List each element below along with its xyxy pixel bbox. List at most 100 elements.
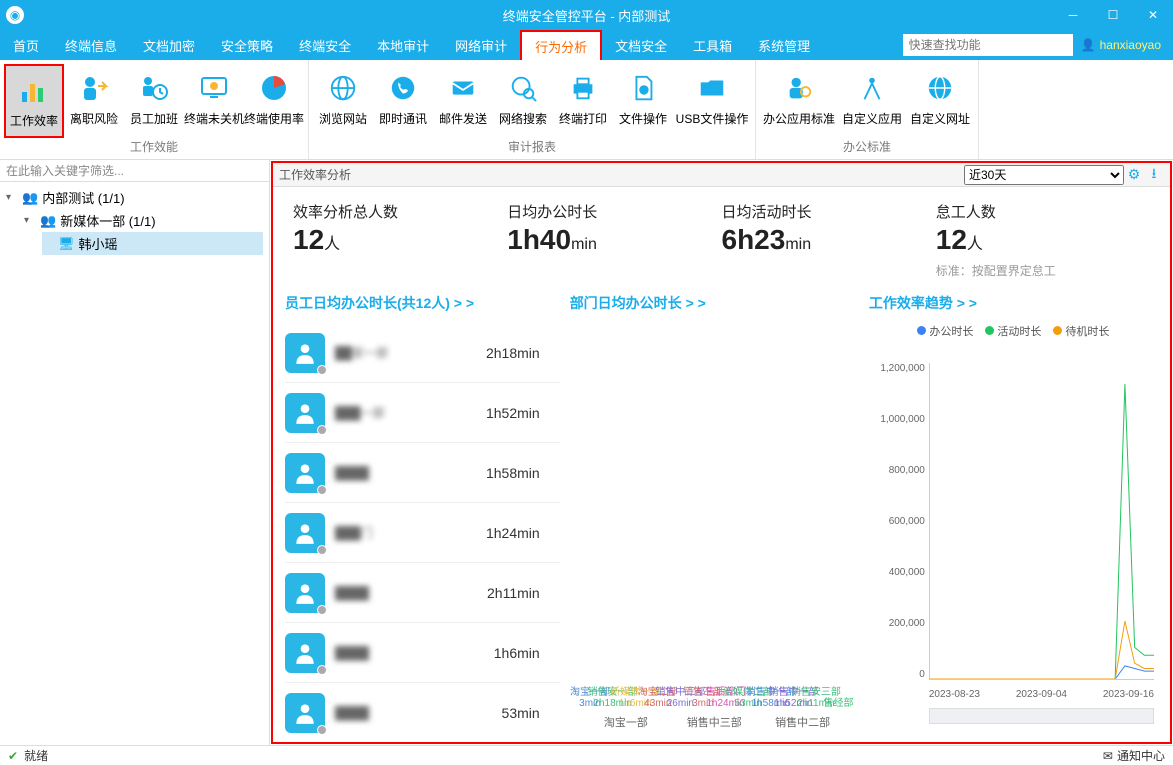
employee-time: 1h52min — [486, 405, 540, 421]
person-search-icon — [781, 70, 817, 106]
maximize-button[interactable]: ☐ — [1093, 0, 1133, 30]
trend-legend: 办公时长 活动时长 待机时长 — [869, 323, 1158, 339]
employee-time: 2h18min — [486, 345, 540, 361]
stat-value: 12 — [293, 224, 324, 255]
search-input[interactable] — [903, 34, 1073, 56]
panel-title-trend[interactable]: 工作效率趋势 > > — [869, 293, 1158, 313]
x-tick: 淘宝一部 — [582, 714, 670, 730]
ribbon-mail[interactable]: 邮件发送 — [433, 64, 493, 138]
employee-row[interactable]: ████ 2h11min — [285, 563, 560, 623]
employee-name: ███门 — [335, 524, 486, 541]
ribbon-im[interactable]: 即时通讯 — [373, 64, 433, 138]
stat-unit: 人 — [967, 236, 983, 253]
menu-terminal-info[interactable]: 终端信息 — [52, 30, 130, 60]
stat-label: 怠工人数 — [936, 201, 1150, 222]
avatar-icon — [285, 513, 325, 553]
employee-time: 2h11min — [487, 585, 540, 601]
ribbon-terminal-usage[interactable]: 终端使用率 — [244, 64, 304, 138]
x-tick: 2023-08-23 — [929, 689, 980, 700]
status-text: 就绪 — [24, 747, 48, 764]
ribbon-label: 浏览网站 — [319, 110, 367, 127]
sidebar: 在此输入关键字筛选... ▾ 👥 内部测试 (1/1) ▾ 👥 新媒体一部 (1… — [0, 160, 270, 745]
user-label[interactable]: 👤 hanxiaoyao — [1081, 38, 1161, 52]
org-tree: ▾ 👥 内部测试 (1/1) ▾ 👥 新媒体一部 (1/1) 🖥 韩小瑶 — [0, 182, 269, 259]
ribbon-custom-app[interactable]: 自定义应用 — [838, 64, 906, 138]
clock-person-icon — [136, 70, 172, 106]
stat-unit: 人 — [324, 236, 340, 253]
period-select[interactable]: 近30天 — [964, 165, 1124, 185]
menu-system-mgmt[interactable]: 系统管理 — [745, 30, 823, 60]
panel-title-departments[interactable]: 部门日均办公时长 > > — [570, 293, 859, 313]
ribbon-work-efficiency[interactable]: 工作效率 — [4, 64, 64, 138]
ribbon: 工作效率 离职风险 员工加班 终端未关机 终端使用率 工作效能 浏览网站 — [0, 60, 1173, 160]
ribbon-office-standard[interactable]: 办公应用标准 — [760, 64, 838, 138]
range-slider[interactable] — [929, 708, 1154, 724]
employee-row[interactable]: ███门 1h24min — [285, 503, 560, 563]
ribbon-not-shutdown[interactable]: 终端未关机 — [184, 64, 244, 138]
minimize-button[interactable]: ─ — [1053, 0, 1093, 30]
ribbon-usb-file[interactable]: USB文件操作 — [673, 64, 751, 138]
search-box — [903, 34, 1073, 56]
employee-row[interactable]: ████ 1h58min — [285, 443, 560, 503]
legend-dot-icon — [1053, 326, 1062, 335]
menu-toolbox[interactable]: 工具箱 — [680, 30, 745, 60]
user-name: hanxiaoyao — [1100, 38, 1161, 52]
tree-filter-input[interactable]: 在此输入关键字筛选... — [0, 160, 269, 182]
menu-doc-security[interactable]: 文档安全 — [602, 30, 680, 60]
close-button[interactable]: ✕ — [1133, 0, 1173, 30]
globe-icon — [325, 70, 361, 106]
stat-avg-work: 日均办公时长 1h40min — [507, 201, 721, 279]
tree-label: 韩小瑶 — [79, 234, 118, 253]
stat-value: 12 — [936, 224, 967, 255]
y-tick: 0 — [869, 669, 925, 680]
menu-local-audit[interactable]: 本地审计 — [364, 30, 442, 60]
stat-unit: min — [785, 236, 811, 253]
employee-row[interactable]: ██安一部 2h18min — [285, 323, 560, 383]
chevron-down-icon[interactable]: ▾ — [24, 215, 36, 226]
tree-user[interactable]: 🖥 韩小瑶 — [42, 232, 263, 255]
notification-center[interactable]: 通知中心 — [1117, 747, 1165, 764]
globe-icon — [922, 70, 958, 106]
employee-row[interactable]: ████ 1h6min — [285, 623, 560, 683]
ribbon-custom-url[interactable]: 自定义网址 — [906, 64, 974, 138]
avatar-icon — [285, 453, 325, 493]
ribbon-overtime[interactable]: 员工加班 — [124, 64, 184, 138]
ribbon-label: 终端使用率 — [244, 110, 304, 127]
menu-home[interactable]: 首页 — [0, 30, 52, 60]
panel-title-employees[interactable]: 员工日均办公时长(共12人) > > — [285, 293, 560, 313]
ribbon-label: 终端打印 — [559, 110, 607, 127]
ribbon-label: USB文件操作 — [676, 110, 749, 127]
ribbon-group-label: 工作效能 — [130, 138, 178, 155]
settings-icon[interactable]: ⚙ — [1124, 166, 1144, 183]
tree-root[interactable]: ▾ 👥 内部测试 (1/1) — [6, 186, 263, 209]
ribbon-group-efficiency: 工作效率 离职风险 员工加班 终端未关机 终端使用率 工作效能 — [0, 60, 309, 159]
tree-dept[interactable]: ▾ 👥 新媒体一部 (1/1) — [24, 209, 263, 232]
ribbon-file-ops[interactable]: 文件操作 — [613, 64, 673, 138]
menu-network-audit[interactable]: 网络审计 — [442, 30, 520, 60]
window-title: 终端安全管控平台 - 内部测试 — [503, 6, 671, 25]
monitor-icon: 🖥 — [58, 236, 75, 252]
employee-row[interactable]: ████ 53min — [285, 683, 560, 736]
titlebar: ◉ 终端安全管控平台 - 内部测试 ─ ☐ ✕ — [0, 0, 1173, 30]
avatar-icon — [285, 393, 325, 433]
avatar-icon — [285, 333, 325, 373]
menu-terminal-security[interactable]: 终端安全 — [286, 30, 364, 60]
legend-dot-icon — [917, 326, 926, 335]
menu-security-policy[interactable]: 安全策略 — [208, 30, 286, 60]
body: 在此输入关键字筛选... ▾ 👥 内部测试 (1/1) ▾ 👥 新媒体一部 (1… — [0, 160, 1173, 745]
download-icon[interactable]: ⭳ — [1144, 163, 1164, 187]
employee-row[interactable]: ███一部 1h52min — [285, 383, 560, 443]
ribbon-leave-risk[interactable]: 离职风险 — [64, 64, 124, 138]
legend-label: 待机时长 — [1065, 326, 1109, 338]
menu-behavior-analysis[interactable]: 行为分析 — [520, 30, 602, 60]
chevron-down-icon[interactable]: ▾ — [6, 192, 18, 203]
ribbon-print[interactable]: 终端打印 — [553, 64, 613, 138]
ribbon-browse-web[interactable]: 浏览网站 — [313, 64, 373, 138]
y-tick: 1,000,000 — [869, 414, 925, 425]
stat-total-people: 效率分析总人数 12人 — [293, 201, 507, 279]
x-tick: 2023-09-16 — [1103, 689, 1154, 700]
ribbon-web-search[interactable]: 网络搜索 — [493, 64, 553, 138]
menu-doc-encrypt[interactable]: 文档加密 — [130, 30, 208, 60]
stat-label: 日均办公时长 — [507, 201, 721, 222]
avatar-icon — [285, 633, 325, 673]
